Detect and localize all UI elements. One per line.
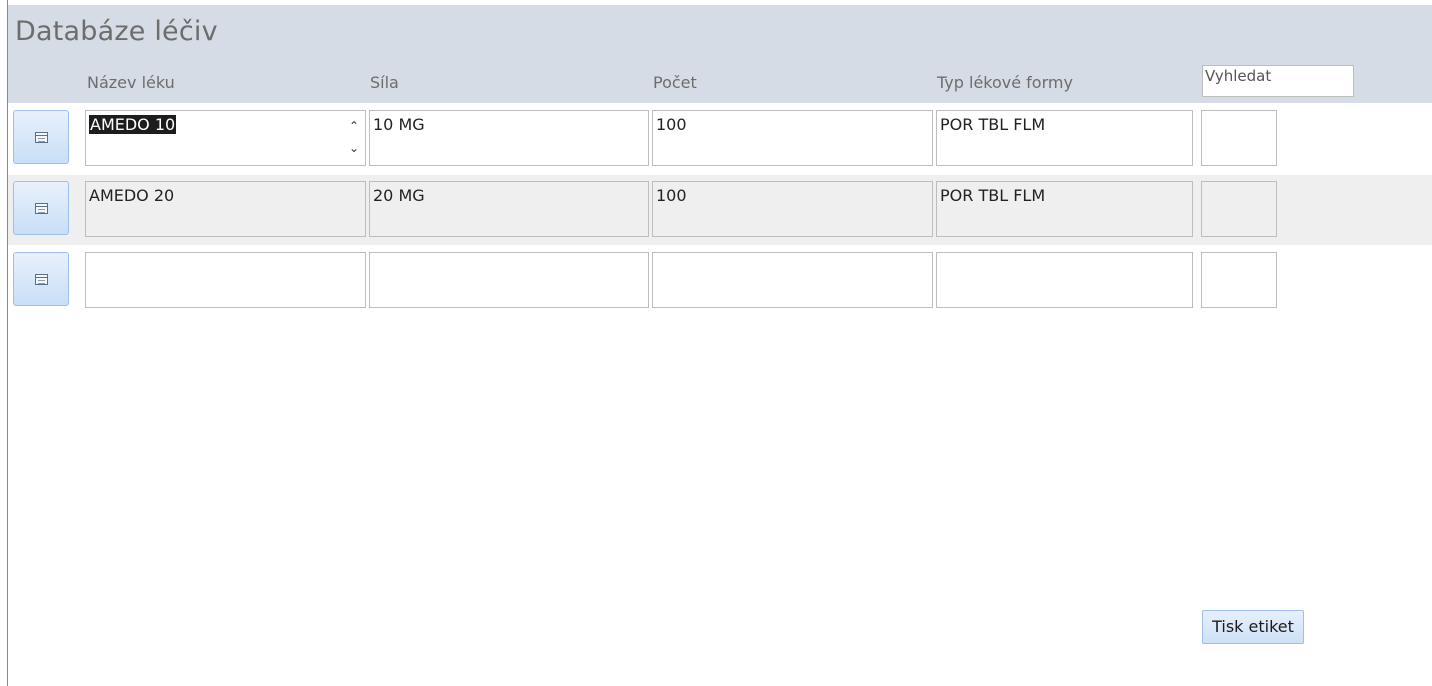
extra-field[interactable] [1201, 181, 1277, 237]
table-row-new [8, 246, 1432, 316]
extra-field[interactable] [1201, 110, 1277, 166]
form-icon [35, 274, 48, 285]
print-labels-button[interactable]: Tisk etiket [1202, 610, 1304, 644]
extra-field[interactable] [1201, 252, 1277, 308]
typ-field[interactable]: POR TBL FLM [936, 181, 1193, 237]
pocet-field[interactable]: 100 [652, 110, 933, 166]
chevron-up-icon[interactable]: ⌃ [346, 115, 362, 137]
typ-field[interactable]: POR TBL FLM [936, 110, 1193, 166]
column-header-pocet: Počet [653, 73, 697, 92]
nazev-field[interactable]: AMEDO 10 ⌃ ⌄ [85, 110, 366, 166]
table-row: AMEDO 10 ⌃ ⌄ 10 MG 100 POR TBL FLM [8, 104, 1432, 174]
sila-field[interactable]: 10 MG [369, 110, 649, 166]
chevron-down-icon[interactable]: ⌄ [346, 137, 362, 159]
typ-field[interactable] [936, 252, 1193, 308]
form-title: Databáze léčiv [15, 16, 218, 47]
nazev-field[interactable] [85, 252, 366, 308]
form-icon [35, 203, 48, 214]
column-header-typ: Typ lékové formy [937, 73, 1073, 92]
column-header-sila: Síla [370, 73, 399, 92]
pocet-field[interactable] [652, 252, 933, 308]
sila-field[interactable] [369, 252, 649, 308]
search-input[interactable]: Vyhledat [1202, 65, 1354, 97]
pocet-field[interactable]: 100 [652, 181, 933, 237]
field-scrollbar[interactable]: ⌃ ⌄ [346, 115, 362, 161]
sila-field[interactable]: 20 MG [369, 181, 649, 237]
table-row: AMEDO 20 20 MG 100 POR TBL FLM [8, 175, 1432, 245]
record-selector-button[interactable] [13, 110, 69, 164]
nazev-field[interactable]: AMEDO 20 [85, 181, 366, 237]
nazev-value: AMEDO 10 [89, 115, 177, 134]
record-selector-button[interactable] [13, 252, 69, 306]
column-header-nazev: Název léku [87, 73, 175, 92]
form-icon [35, 132, 48, 143]
record-selector-button[interactable] [13, 181, 69, 235]
